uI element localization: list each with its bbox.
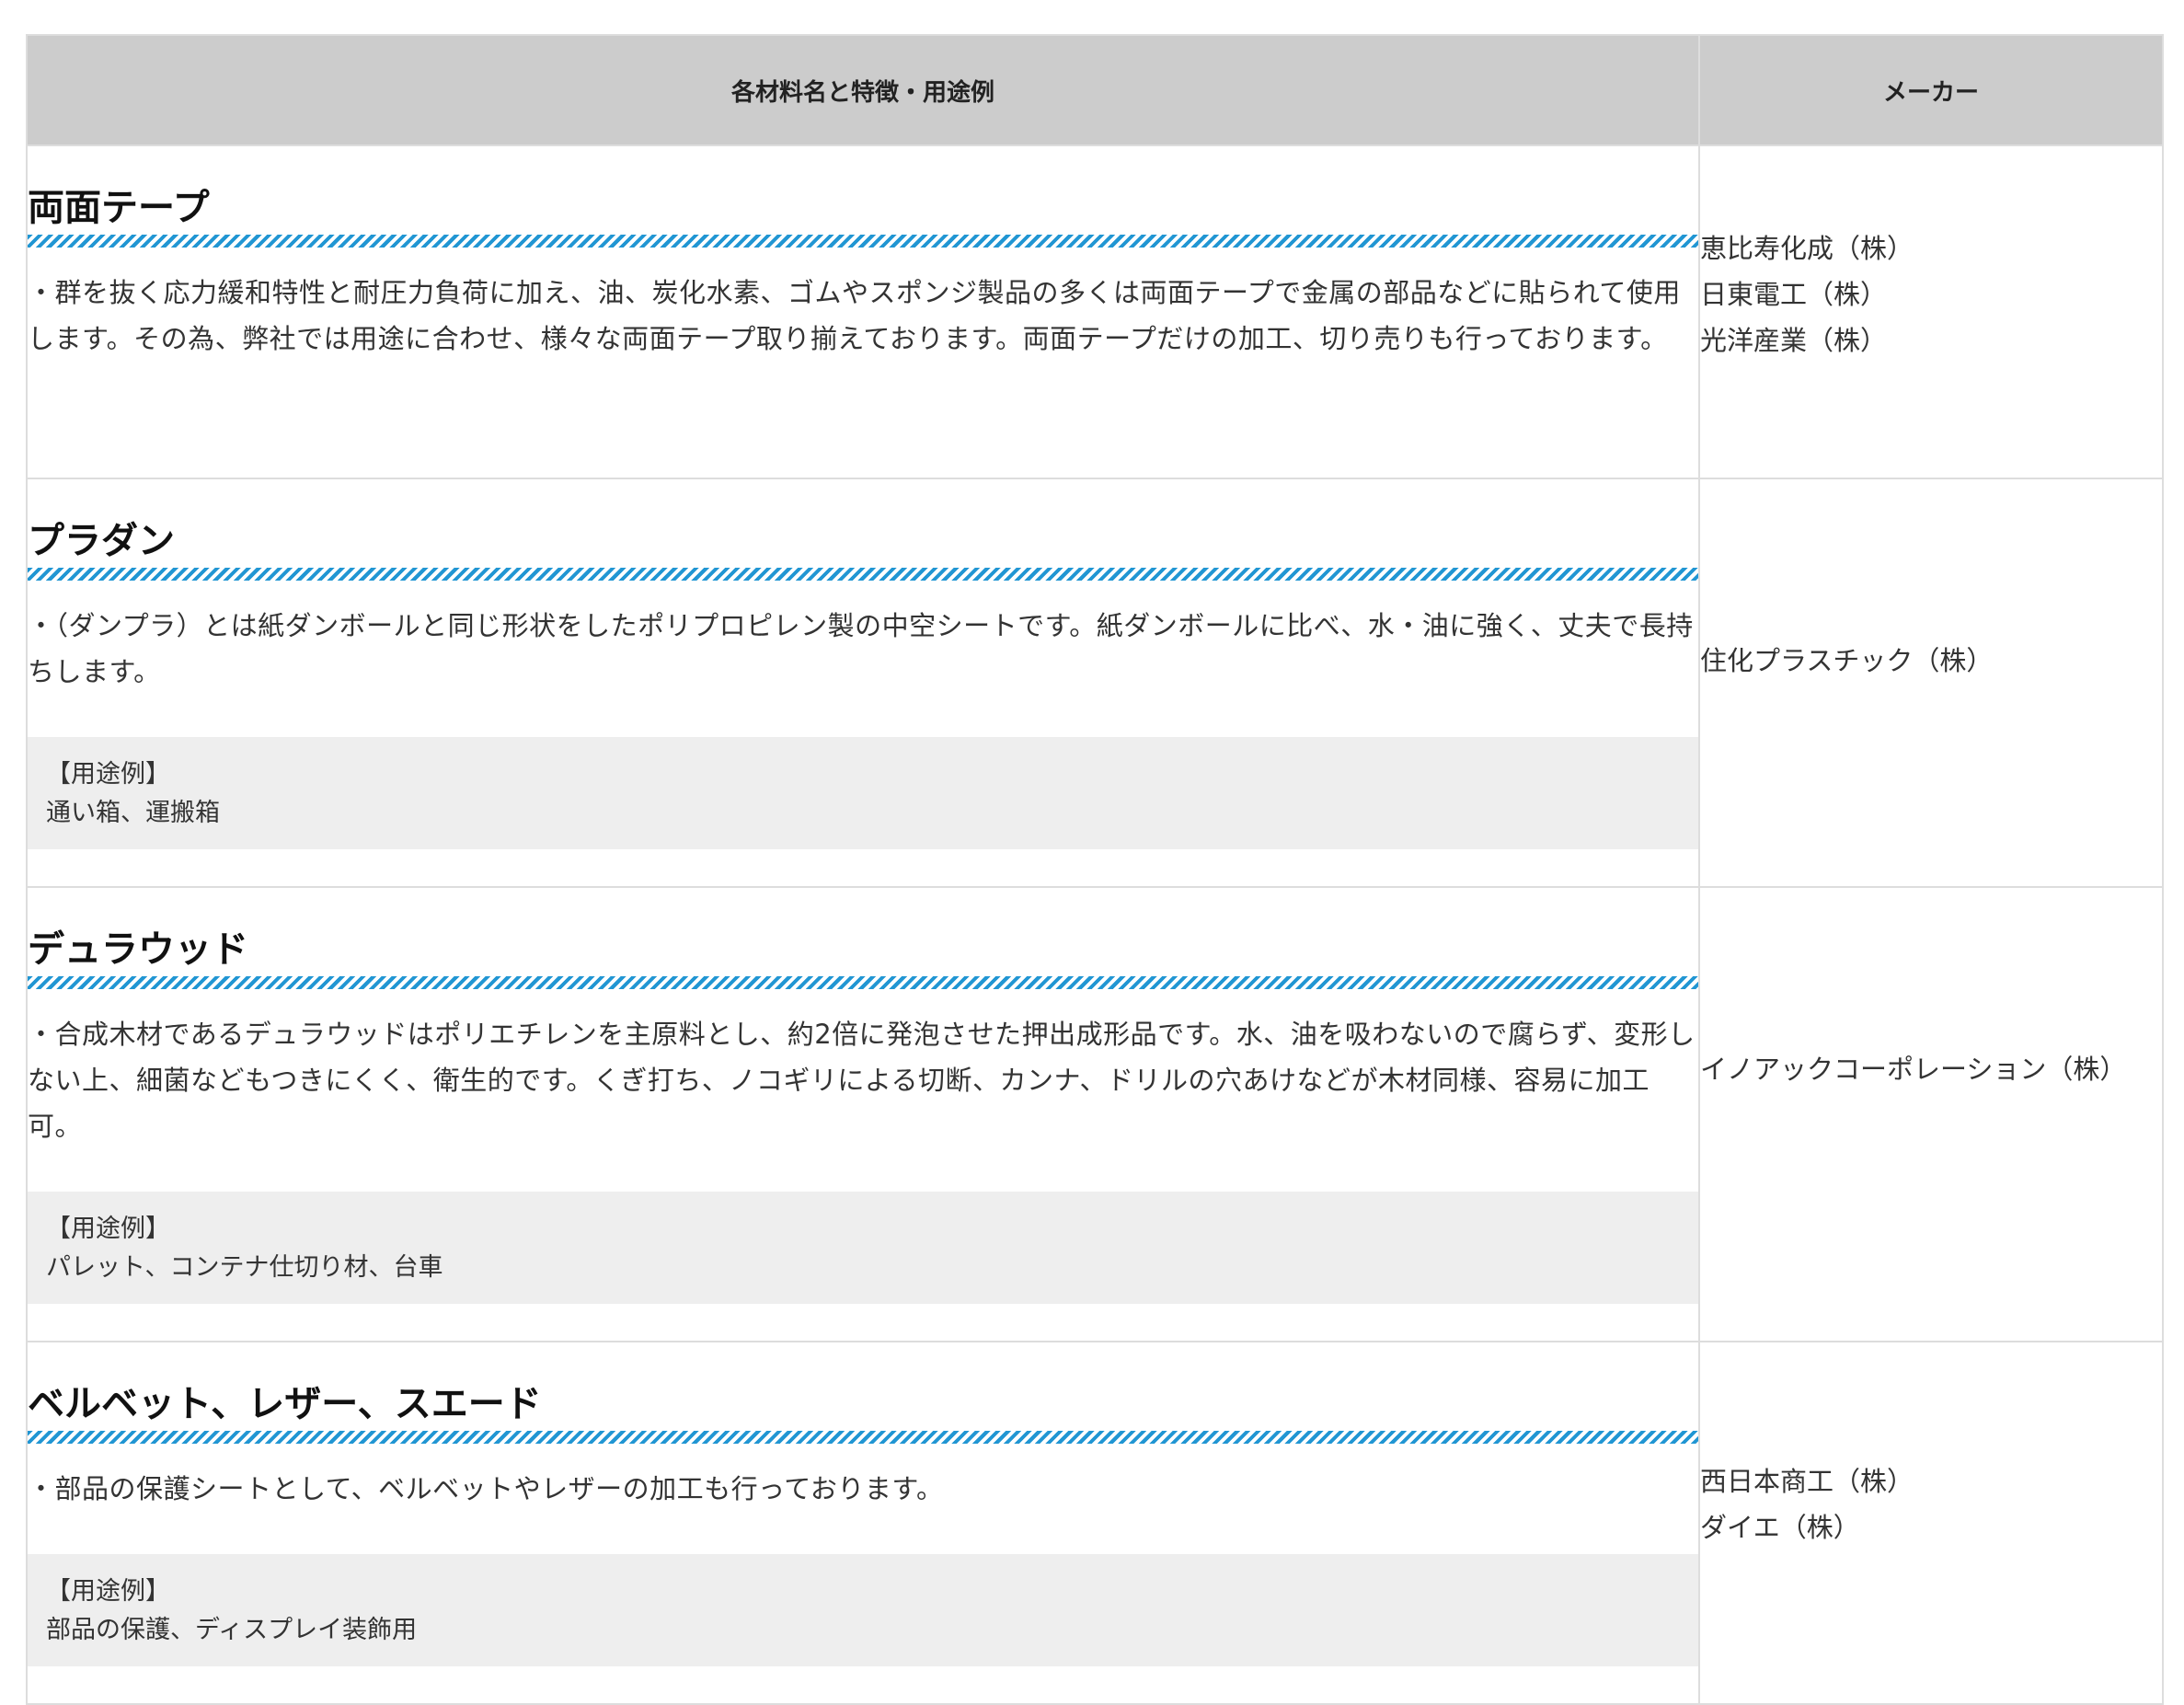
title-stripe xyxy=(28,235,1698,248)
materials-table: 各材料名と特徴・用途例 メーカー 両面テープ ・群を抜く応力緩和特性と耐圧力負荷… xyxy=(26,34,2164,1705)
usage-box: 【用途例】 部品の保護、ディスプレイ装飾用 xyxy=(28,1554,1698,1666)
maker-name: 住化プラスチック（株） xyxy=(1700,645,1994,676)
maker-name: 光洋産業（株） xyxy=(1700,325,1888,356)
table-row: プラダン ・（ダンプラ）とは紙ダンボールと同じ形状をしたポリプロピレン製の中空シ… xyxy=(26,478,2164,888)
maker-cell: 住化プラスチック（株） xyxy=(1698,478,2164,888)
maker-name: 西日本商工（株） xyxy=(1700,1466,1914,1497)
material-description: ・群を抜く応力緩和特性と耐圧力負荷に加え、油、炭化水素、ゴムやスポンジ製品の多く… xyxy=(28,277,1681,354)
title-stripe xyxy=(28,568,1698,581)
title-stripe xyxy=(28,1431,1698,1444)
maker-name: ダイエ（株） xyxy=(1700,1512,1860,1543)
usage-text: 通い箱、運搬箱 xyxy=(46,799,220,827)
usage-label: 【用途例】 xyxy=(46,1215,170,1243)
material-cell: 両面テープ ・群を抜く応力緩和特性と耐圧力負荷に加え、油、炭化水素、ゴムやスポン… xyxy=(26,144,1700,479)
usage-label: 【用途例】 xyxy=(46,760,170,789)
table-row: デュラウッド ・合成木材であるデュラウッドはポリエチレンを主原料とし、約2倍に発… xyxy=(26,886,2164,1342)
material-description: ・部品の保護シートとして、ベルベットやレザーの加工も行っております。 xyxy=(28,1473,944,1504)
table-header-row: 各材料名と特徴・用途例 メーカー xyxy=(26,34,2164,146)
maker-name: イノアックコーポレーション（株） xyxy=(1700,1054,2127,1085)
usage-label: 【用途例】 xyxy=(46,1577,170,1606)
material-title: プラダン xyxy=(28,520,175,562)
material-title: デュラウッド xyxy=(28,928,248,971)
material-description: ・合成木材であるデュラウッドはポリエチレンを主原料とし、約2倍に発泡させた押出成… xyxy=(28,1019,1695,1142)
material-title: ベルベット、レザー、スエード xyxy=(28,1383,542,1425)
header-materials: 各材料名と特徴・用途例 xyxy=(26,34,1700,146)
material-title: 両面テープ xyxy=(28,187,210,229)
material-cell: プラダン ・（ダンプラ）とは紙ダンボールと同じ形状をしたポリプロピレン製の中空シ… xyxy=(26,478,1700,888)
material-description: ・（ダンプラ）とは紙ダンボールと同じ形状をしたポリプロピレン製の中空シートです。… xyxy=(28,610,1694,687)
material-cell: デュラウッド ・合成木材であるデュラウッドはポリエチレンを主原料とし、約2倍に発… xyxy=(26,886,1700,1342)
maker-cell: 恵比寿化成（株） 日東電工（株） 光洋産業（株） xyxy=(1698,144,2164,479)
maker-name: 日東電工（株） xyxy=(1700,279,1888,310)
material-cell: ベルベット、レザー、スエード ・部品の保護シートとして、ベルベットやレザーの加工… xyxy=(26,1341,1700,1705)
maker-cell: 西日本商工（株） ダイエ（株） xyxy=(1698,1341,2164,1705)
maker-list: 住化プラスチック（株） xyxy=(1700,638,2162,684)
maker-name: 恵比寿化成（株） xyxy=(1700,233,1914,264)
table-row: 両面テープ ・群を抜く応力緩和特性と耐圧力負荷に加え、油、炭化水素、ゴムやスポン… xyxy=(26,144,2164,479)
maker-cell: イノアックコーポレーション（株） xyxy=(1698,886,2164,1342)
header-maker: メーカー xyxy=(1698,34,2164,146)
usage-box: 【用途例】 通い箱、運搬箱 xyxy=(28,737,1698,849)
maker-list: 西日本商工（株） ダイエ（株） xyxy=(1700,1458,2162,1550)
usage-box: 【用途例】 パレット、コンテナ仕切り材、台車 xyxy=(28,1192,1698,1304)
usage-text: 部品の保護、ディスプレイ装飾用 xyxy=(46,1616,418,1644)
table-row: ベルベット、レザー、スエード ・部品の保護シートとして、ベルベットやレザーの加工… xyxy=(26,1341,2164,1705)
maker-list: 恵比寿化成（株） 日東電工（株） 光洋産業（株） xyxy=(1700,225,2162,363)
maker-list: イノアックコーポレーション（株） xyxy=(1700,1046,2162,1092)
usage-text: パレット、コンテナ仕切り材、台車 xyxy=(46,1253,443,1282)
title-stripe xyxy=(28,976,1698,989)
